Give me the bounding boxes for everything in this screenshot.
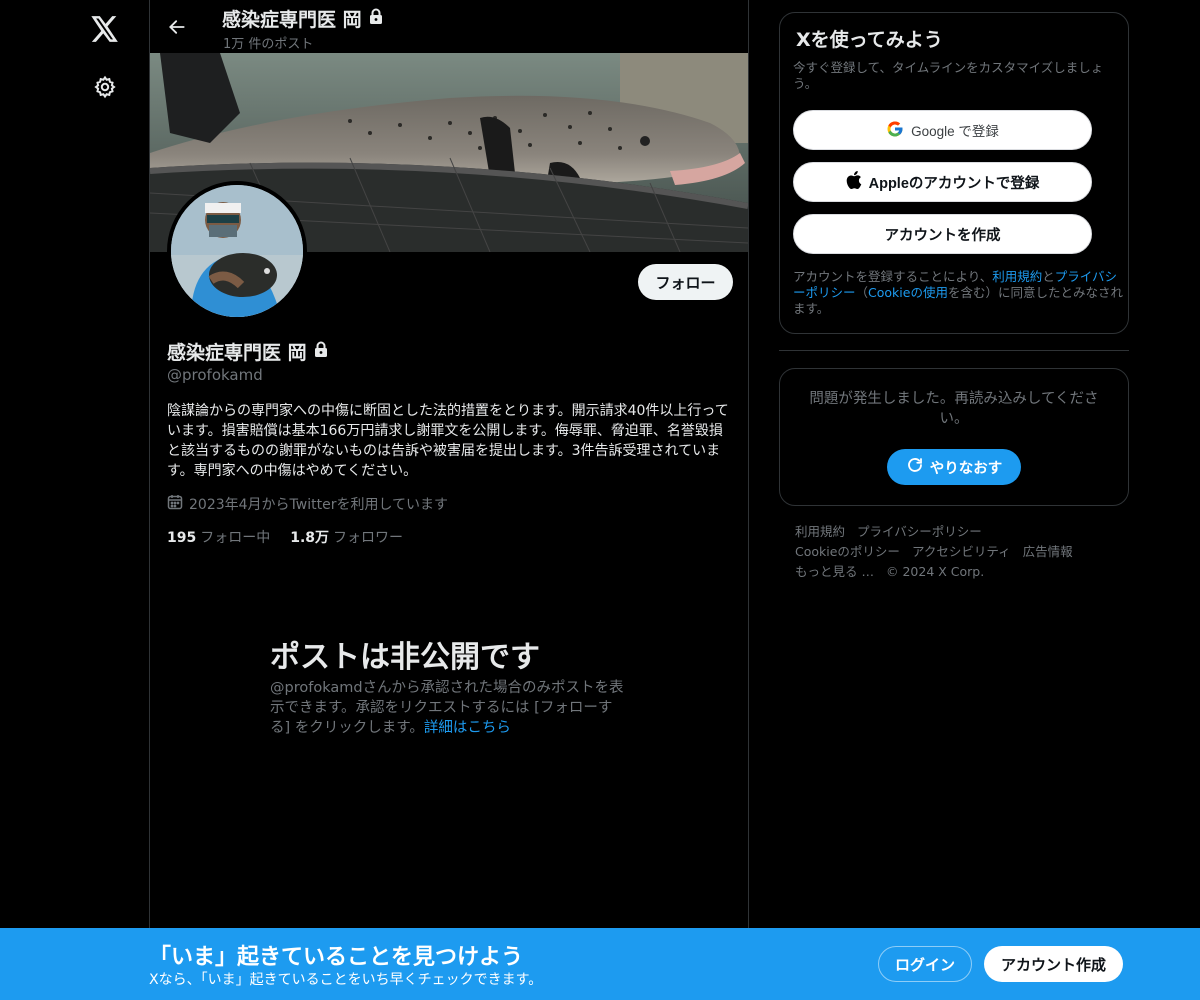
calendar-icon <box>167 494 183 514</box>
followers-count: 1.8万 <box>290 530 330 546</box>
profile-name-text: 感染症専門医 岡 <box>167 342 307 364</box>
learn-more-link[interactable]: 詳細はこちら <box>424 720 511 736</box>
joined-date: 2023年4月からTwitterを利用しています <box>167 494 448 514</box>
retry-label: やりなおす <box>929 460 1003 477</box>
terms-text: アカウントを登録することにより、利用規約とプライバシーポリシー（Cookieの使… <box>793 269 1123 317</box>
bottom-signup-bar: 「いま」起きていることを見つけよう Xなら、「いま」起きていることをいち早くチェ… <box>0 928 1200 1000</box>
google-signup-label: Google で登録 <box>911 124 999 139</box>
cookie-use-link[interactable]: Cookieの使用 <box>868 285 948 300</box>
footer-link-accessibility[interactable]: アクセシビリティ <box>912 542 1011 562</box>
private-notice-text: @profokamdさんから承認された場合のみポストを表示できます。承認をリクエ… <box>270 678 630 738</box>
google-signup-button[interactable]: Google で登録 <box>793 110 1092 150</box>
footer-link-terms[interactable]: 利用規約 <box>795 522 845 542</box>
terms-prefix: アカウントを登録することにより、 <box>793 269 993 284</box>
profile-bio: 陰謀論からの専門家への中傷に断固とした法的措置をとります。開示請求40件以上行っ… <box>167 403 729 479</box>
following-link[interactable]: 195 フォロー中 <box>167 527 270 547</box>
bottom-bar-title: 「いま」起きていることを見つけよう <box>149 945 524 970</box>
followers-label: フォロワー <box>333 530 404 546</box>
signup-title: Xを使ってみよう <box>796 29 943 51</box>
lock-icon <box>313 341 329 363</box>
follow-counts: 195 フォロー中 1.8万 フォロワー <box>167 527 403 547</box>
private-notice-title: ポストは非公開です <box>270 640 540 675</box>
gear-icon[interactable] <box>84 66 126 108</box>
signup-card: Xを使ってみよう 今すぐ登録して、タイムラインをカスタマイズしましょう。 Goo… <box>779 12 1129 334</box>
footer-link-cookie[interactable]: Cookieのポリシー <box>795 542 900 562</box>
follow-button[interactable]: フォロー <box>638 264 733 300</box>
x-logo-icon[interactable] <box>84 8 126 50</box>
refresh-icon <box>906 456 924 478</box>
signup-button[interactable]: アカウント作成 <box>984 946 1123 982</box>
back-arrow-icon[interactable] <box>162 10 192 44</box>
bottom-bar-subtitle: Xなら、「いま」起きていることをいち早くチェックできます。 <box>149 972 543 988</box>
terms-mid1: と <box>1042 269 1055 284</box>
apple-signup-label: Appleのアカウントで登録 <box>868 175 1040 192</box>
error-card: 問題が発生しました。再読み込みしてください。 やりなおす <box>779 368 1129 506</box>
apple-icon <box>846 171 862 193</box>
login-button[interactable]: ログイン <box>878 946 972 982</box>
sidebar-divider <box>779 350 1129 351</box>
header-name-text: 感染症専門医 岡 <box>222 9 362 31</box>
profile-name: 感染症専門医 岡 <box>167 338 329 365</box>
footer-link-privacy[interactable]: プライバシーポリシー <box>857 522 982 542</box>
error-message: 問題が発生しました。再読み込みしてください。 <box>809 391 1099 427</box>
left-nav <box>0 0 150 1000</box>
apple-signup-button[interactable]: Appleのアカウントで登録 <box>793 162 1092 202</box>
signup-subtitle: 今すぐ登録して、タイムラインをカスタマイズしましょう。 <box>793 60 1104 91</box>
footer-copyright: © 2024 X Corp. <box>885 564 985 579</box>
create-account-button[interactable]: アカウントを作成 <box>793 214 1092 254</box>
terms-mid2: （ <box>855 285 869 300</box>
profile-column: 感染症専門医 岡 1万 件のポスト フォロー 感染症専門医 岡 @profoka… <box>149 0 749 1000</box>
following-count: 195 <box>167 530 197 546</box>
profile-handle: @profokamd <box>167 366 263 384</box>
footer-link-more[interactable]: もっと見る … <box>795 562 874 582</box>
profile-avatar[interactable] <box>167 181 307 321</box>
retry-button[interactable]: やりなおす <box>887 449 1021 485</box>
footer-links: 利用規約 プライバシーポリシー Cookieのポリシー アクセシビリティ 広告情報 も… <box>795 522 1125 582</box>
lock-icon <box>368 8 384 30</box>
followers-link[interactable]: 1.8万 フォロワー <box>290 527 403 547</box>
profile-header: 感染症専門医 岡 1万 件のポスト <box>150 0 748 53</box>
footer-link-ads[interactable]: 広告情報 <box>1023 542 1073 562</box>
header-post-count: 1万 件のポスト <box>223 37 314 52</box>
following-label: フォロー中 <box>200 530 271 546</box>
google-icon <box>886 120 904 141</box>
joined-text: 2023年4月からTwitterを利用しています <box>189 497 449 513</box>
terms-of-service-link[interactable]: 利用規約 <box>992 269 1042 284</box>
header-name: 感染症専門医 岡 <box>222 5 384 32</box>
